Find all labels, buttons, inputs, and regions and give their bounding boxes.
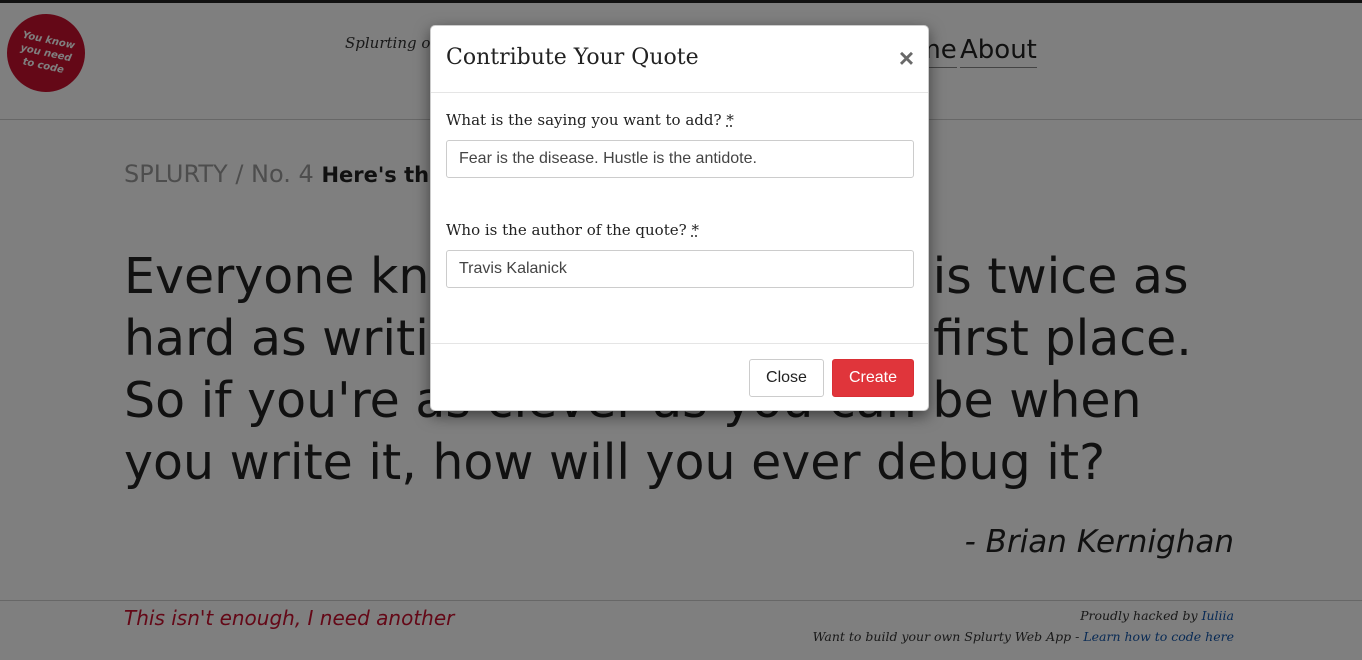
close-button[interactable]: Close — [749, 359, 824, 397]
close-icon[interactable]: × — [899, 45, 914, 71]
modal-title: Contribute Your Quote — [446, 45, 699, 70]
required-mark: * — [726, 111, 734, 129]
modal-header: Contribute Your Quote × — [431, 26, 928, 93]
saying-label-text: What is the saying you want to add? — [446, 111, 722, 129]
modal-footer: Close Create — [431, 343, 928, 411]
saying-label: What is the saying you want to add? * — [446, 111, 734, 129]
author-input[interactable] — [446, 250, 914, 288]
create-button[interactable]: Create — [832, 359, 914, 397]
author-label: Who is the author of the quote? * — [446, 221, 699, 239]
saying-input[interactable] — [446, 140, 914, 178]
required-mark: * — [691, 221, 699, 239]
author-label-text: Who is the author of the quote? — [446, 221, 687, 239]
contribute-quote-modal: Contribute Your Quote × What is the sayi… — [430, 25, 929, 411]
